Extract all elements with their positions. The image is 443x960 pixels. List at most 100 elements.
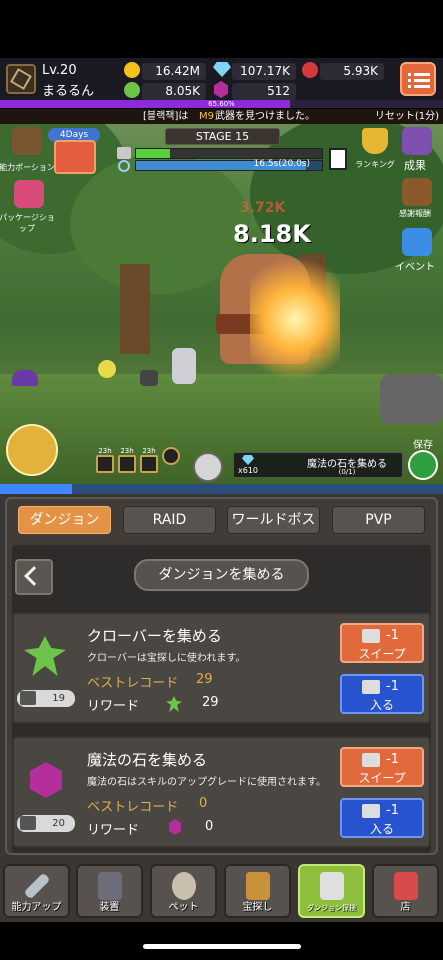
skull-icon bbox=[117, 147, 131, 159]
anvil-icon bbox=[98, 872, 122, 900]
nav-equipment[interactable]: 装置 bbox=[76, 864, 143, 918]
tab-raid[interactable]: RAID bbox=[123, 506, 216, 534]
achievement-label: 成果 bbox=[404, 159, 426, 172]
skill-slot-4[interactable] bbox=[162, 447, 180, 465]
nav-dungeon[interactable]: ダンジョン探検 bbox=[298, 864, 365, 918]
skill-slot-3[interactable] bbox=[140, 455, 158, 473]
nav-shop[interactable]: 店 bbox=[372, 864, 439, 918]
ruby-amount: 5.93K bbox=[320, 63, 384, 80]
nav-ability-up[interactable]: 能力アップ bbox=[3, 864, 70, 918]
slash-effect bbox=[250, 244, 340, 394]
tab-world-boss[interactable]: ワールドボス bbox=[227, 506, 320, 534]
dungeon-title: クローバーを集める bbox=[87, 627, 222, 645]
dungeon-title: 魔法の石を集める bbox=[87, 751, 208, 769]
news-suffix: 武器を見つけました。 bbox=[215, 111, 315, 122]
tab-dungeon[interactable]: ダンジョン bbox=[18, 506, 111, 534]
clock-icon bbox=[118, 160, 130, 172]
gold-icon bbox=[124, 62, 140, 78]
xp-percent: 65.60% bbox=[208, 100, 235, 108]
news-prefix: [블랙잭]は bbox=[143, 111, 189, 122]
yellow-pet bbox=[98, 360, 116, 378]
package-shop-icon[interactable] bbox=[14, 180, 44, 208]
player-name: まるるん bbox=[42, 84, 95, 99]
quest-box[interactable]: x610 魔法の石を集める (0/1) bbox=[233, 452, 403, 478]
event-label: イベント bbox=[395, 262, 435, 273]
ticket-icon bbox=[20, 816, 36, 830]
gold-amount: 16.42M bbox=[142, 63, 206, 80]
sweep-button[interactable]: -1 スイープ bbox=[340, 623, 424, 663]
dark-pet bbox=[140, 370, 158, 386]
player-level: Lv.20 bbox=[42, 63, 77, 78]
diamond-icon bbox=[242, 455, 254, 465]
best-record-value: 0 bbox=[199, 796, 208, 811]
reward-value: 0 bbox=[205, 819, 214, 834]
stage-timer-text: 16.5s(20.0s) bbox=[253, 159, 310, 169]
save-icon[interactable] bbox=[408, 450, 438, 480]
ruby-icon bbox=[302, 62, 318, 78]
reward-label: リワード bbox=[87, 699, 140, 714]
thanks-reward-label: 感謝報酬 bbox=[399, 209, 431, 218]
ticket-icon bbox=[362, 753, 380, 767]
quest-progress: (0/1) bbox=[338, 468, 356, 476]
diamond-amount: 107.17K bbox=[232, 63, 296, 80]
achievement-icon[interactable] bbox=[402, 127, 432, 155]
ticket-icon bbox=[362, 804, 380, 818]
knight-hero bbox=[172, 348, 196, 384]
save-label: 保存 bbox=[413, 440, 433, 451]
pet-icon bbox=[172, 872, 196, 900]
sword-icon bbox=[23, 872, 51, 900]
best-record-label: ベストレコード bbox=[87, 800, 179, 815]
sweep-button[interactable]: -1 スイープ bbox=[340, 747, 424, 787]
nav-pet[interactable]: ペット bbox=[150, 864, 217, 918]
back-button[interactable] bbox=[15, 559, 53, 595]
stage-label: STAGE 15 bbox=[165, 128, 280, 145]
thanks-reward-chest-icon[interactable] bbox=[402, 178, 432, 206]
reward-value: 29 bbox=[202, 695, 219, 710]
skill-cooldown: 23h bbox=[142, 447, 156, 455]
home-indicator[interactable] bbox=[143, 944, 301, 949]
purple-pet bbox=[12, 370, 38, 386]
ranking-trophy-icon[interactable] bbox=[362, 128, 388, 154]
ticket-icon bbox=[362, 629, 380, 643]
player-avatar[interactable] bbox=[6, 64, 36, 94]
skill-slot-1[interactable] bbox=[96, 455, 114, 473]
news-ticker: [블랙잭]は M9 武器を見つけました。 リセット(1分) bbox=[0, 109, 443, 124]
clover-icon bbox=[124, 82, 140, 98]
damage-faded: 3.72K bbox=[240, 200, 286, 216]
best-record-label: ベストレコード bbox=[87, 676, 179, 691]
treasure-chest-icon bbox=[246, 872, 270, 900]
ticket-icon bbox=[20, 691, 36, 705]
enter-button[interactable]: -1 入る bbox=[340, 674, 424, 714]
skill-cooldown: 23h bbox=[120, 447, 134, 455]
enter-button[interactable]: -1 入る bbox=[340, 798, 424, 838]
shop-icon bbox=[394, 872, 418, 900]
best-record-value: 29 bbox=[196, 672, 213, 687]
boss-hp-fill bbox=[136, 149, 170, 158]
package-shop-label: パッケージショップ bbox=[0, 213, 55, 233]
ticket-icon bbox=[362, 680, 380, 694]
event-gift-icon[interactable] bbox=[402, 228, 432, 256]
magic-stone-amount: 512 bbox=[232, 83, 296, 100]
nav-treasure-hunt[interactable]: 宝探し bbox=[224, 864, 291, 918]
tab-pvp[interactable]: PVP bbox=[332, 506, 425, 534]
reward-label: リワード bbox=[87, 823, 140, 838]
clover-amount: 8.05K bbox=[142, 83, 206, 100]
gift-package-icon[interactable] bbox=[54, 140, 96, 174]
auto-timer-icon[interactable] bbox=[193, 452, 223, 482]
rock bbox=[380, 374, 443, 424]
quest-diamond-count: x610 bbox=[238, 466, 259, 475]
reset-timer: リセット(1分) bbox=[374, 111, 439, 122]
dungeon-desc: 魔法の石はスキルのアップグレードに使用されます。 bbox=[87, 777, 326, 788]
section-title: ダンジョンを集める bbox=[134, 559, 309, 591]
wave-progress-fill bbox=[0, 484, 72, 494]
ability-potion-icon[interactable] bbox=[12, 127, 42, 155]
menu-button[interactable] bbox=[400, 62, 436, 96]
skull-icon bbox=[320, 872, 344, 900]
ability-potion-label: 能力ポーション bbox=[0, 163, 55, 172]
skill-cooldown: 23h bbox=[98, 447, 112, 455]
pet-avatar[interactable] bbox=[6, 424, 58, 476]
damage-number: 8.18K bbox=[233, 220, 311, 248]
dungeon-desc: クローバーは宝探しに使われます。 bbox=[87, 653, 246, 664]
skill-slot-2[interactable] bbox=[118, 455, 136, 473]
battle-scene bbox=[0, 124, 443, 484]
